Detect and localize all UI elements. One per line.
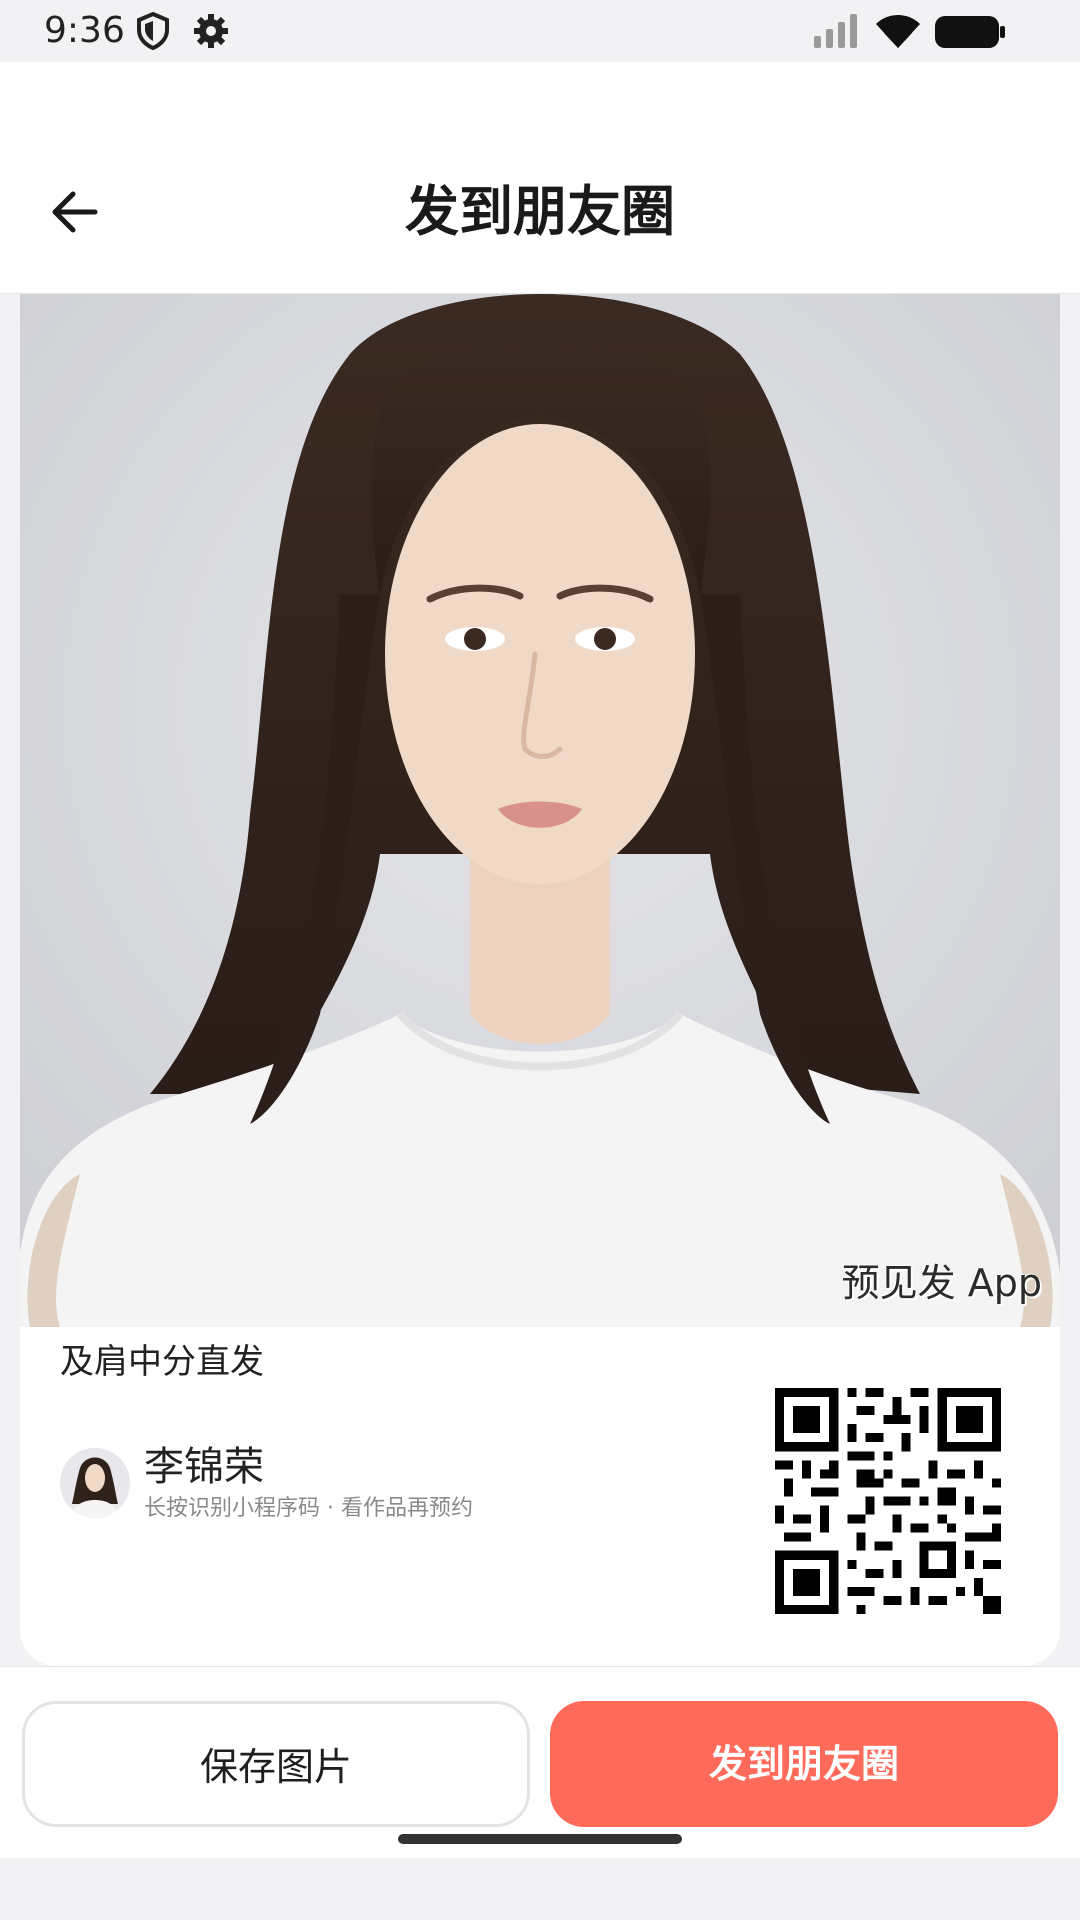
avatar — [60, 1448, 130, 1518]
app-watermark: 预见发 App — [841, 1261, 1042, 1305]
wifi-icon — [874, 12, 922, 54]
bottom-action-bar: 保存图片 发到朋友圈 — [0, 1666, 1080, 1858]
share-moments-button[interactable]: 发到朋友圈 — [550, 1701, 1058, 1827]
miniprogram-qr-code[interactable] — [775, 1388, 1001, 1614]
save-image-button[interactable]: 保存图片 — [22, 1701, 530, 1827]
home-indicator[interactable] — [398, 1834, 682, 1844]
share-card: 预见发 App 及肩中分直发 李锦荣 长按识别小程序码 · 看作品再预约 — [20, 294, 1060, 1666]
gear-icon — [192, 12, 230, 54]
content-area: 预见发 App 及肩中分直发 李锦荣 长按识别小程序码 · 看作品再预约 — [0, 294, 1080, 1666]
hairstyle-photo[interactable]: 预见发 App — [20, 294, 1060, 1327]
battery-icon — [934, 14, 1006, 54]
signal-icon — [812, 14, 862, 52]
hairstyle-caption: 及肩中分直发 — [60, 1342, 264, 1382]
page-title: 发到朋友圈 — [405, 180, 675, 243]
author-hint: 长按识别小程序码 · 看作品再预约 — [144, 1496, 473, 1521]
home-area — [0, 1834, 1080, 1920]
status-bar: 9:36 — [0, 0, 1080, 62]
author-name: 李锦荣 — [144, 1444, 264, 1490]
author-row: 李锦荣 长按识别小程序码 · 看作品再预约 — [60, 1442, 660, 1522]
status-time: 9:36 — [44, 10, 125, 51]
shield-icon — [136, 11, 170, 54]
nav-bar: 发到朋友圈 — [0, 62, 1080, 294]
